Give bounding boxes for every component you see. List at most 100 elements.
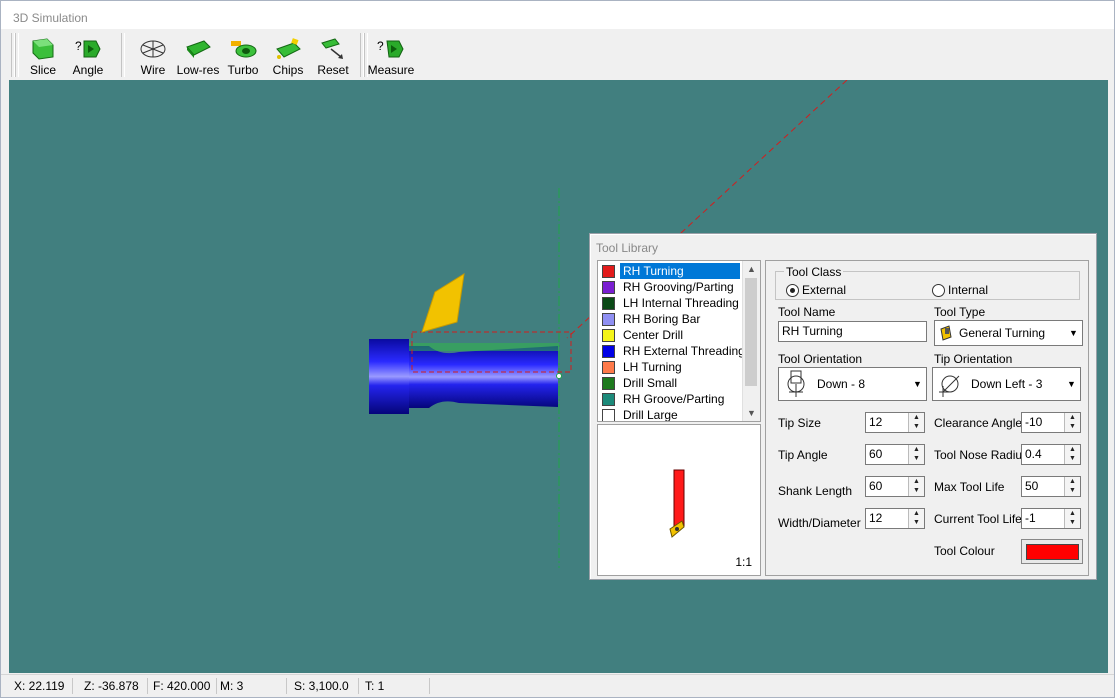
wire-button[interactable]: Wire: [131, 33, 175, 77]
max-tool-life-label: Max Tool Life: [934, 480, 1005, 494]
chips-button[interactable]: Chips: [266, 33, 310, 77]
tip-size-stepper[interactable]: 12 ▲ ▼: [865, 412, 925, 433]
stepper-up-icon[interactable]: ▲: [909, 477, 924, 486]
stepper-down-icon[interactable]: ▼: [1065, 454, 1080, 463]
reset-icon: [321, 38, 343, 59]
stepper-up-icon[interactable]: ▲: [1065, 413, 1080, 422]
tool-color-swatch: [602, 409, 615, 421]
3d-viewport[interactable]: Tool Library RH Turning RH Grooving/Part…: [9, 80, 1108, 673]
slice-icon: [32, 38, 54, 60]
tool-type-select[interactable]: General Turning ▼: [934, 320, 1083, 346]
radio-external-indicator[interactable]: [786, 284, 799, 297]
tool-library-title: Tool Library: [596, 241, 659, 255]
nose-radius-label: Tool Nose Radius: [934, 448, 1029, 462]
stepper-down-icon[interactable]: ▼: [909, 454, 924, 463]
max-tool-life-stepper[interactable]: 50 ▲ ▼: [1021, 476, 1081, 497]
scroll-thumb[interactable]: [745, 278, 757, 386]
tool-list[interactable]: RH Turning RH Grooving/Parting LH Intern…: [597, 260, 761, 422]
stepper-up-icon[interactable]: ▲: [1065, 509, 1080, 518]
stepper-down-icon[interactable]: ▼: [909, 486, 924, 495]
tool-insert: [421, 273, 465, 333]
tool-name-label: Tool Name: [778, 305, 836, 319]
stepper-buttons[interactable]: ▲ ▼: [1064, 445, 1080, 464]
stepper-buttons[interactable]: ▲ ▼: [908, 413, 924, 432]
tool-list-item[interactable]: LH Internal Threading: [600, 295, 740, 311]
shank-length-label: Shank Length: [778, 484, 853, 498]
tool-color-swatch: [602, 297, 615, 310]
radio-internal-indicator[interactable]: [932, 284, 945, 297]
measure-button[interactable]: ? Measure: [368, 33, 415, 77]
stepper-buttons[interactable]: ▲ ▼: [1064, 413, 1080, 432]
tool-list-item[interactable]: RH Groove/Parting: [600, 391, 740, 407]
stepper-up-icon[interactable]: ▲: [909, 445, 924, 454]
clearance-angle-stepper[interactable]: -10 ▲ ▼: [1021, 412, 1081, 433]
stepper-down-icon[interactable]: ▼: [909, 518, 924, 527]
tool-orientation-select[interactable]: Down - 8 ▼: [778, 367, 927, 401]
slice-button[interactable]: Slice: [21, 33, 65, 77]
tool-preview-drawing: [669, 469, 685, 538]
current-tool-life-label: Current Tool Life: [934, 512, 1022, 526]
chevron-down-icon[interactable]: ▼: [909, 368, 926, 400]
tool-preview: 1:1: [597, 424, 761, 576]
stepper-down-icon[interactable]: ▼: [1065, 518, 1080, 527]
tool-colour-button[interactable]: [1021, 539, 1083, 564]
stepper-down-icon[interactable]: ▼: [909, 422, 924, 431]
status-extra: [431, 678, 1108, 694]
stepper-buttons[interactable]: ▲ ▼: [908, 445, 924, 464]
tool-list-item[interactable]: RH Turning: [600, 263, 740, 279]
clearance-angle-label: Clearance Angle: [934, 416, 1023, 430]
title-bar: 3D Simulation: [1, 1, 1114, 29]
status-z: Z: -36.878: [79, 678, 148, 694]
stepper-up-icon[interactable]: ▲: [1065, 445, 1080, 454]
width-diameter-stepper[interactable]: 12 ▲ ▼: [865, 508, 925, 529]
stepper-up-icon[interactable]: ▲: [1065, 477, 1080, 486]
reset-button[interactable]: Reset: [311, 33, 355, 77]
status-x: X: 22.119: [9, 678, 73, 694]
tip-orientation-label: Tip Orientation: [934, 352, 1013, 366]
tool-list-item[interactable]: RH External Threading: [600, 343, 745, 359]
svg-text:?: ?: [75, 39, 82, 53]
status-m: M: 3: [215, 678, 287, 694]
shank-length-stepper[interactable]: 60 ▲ ▼: [865, 476, 925, 497]
tool-list-item[interactable]: LH Turning: [600, 359, 740, 375]
tool-list-item[interactable]: Drill Large: [600, 407, 740, 421]
stepper-buttons[interactable]: ▲ ▼: [908, 477, 924, 496]
nose-radius-stepper[interactable]: 0.4 ▲ ▼: [1021, 444, 1081, 465]
tool-type-label: Tool Type: [934, 305, 986, 319]
turbo-button[interactable]: Turbo: [221, 33, 265, 77]
tip-angle-stepper[interactable]: 60 ▲ ▼: [865, 444, 925, 465]
simulation-window: 3D Simulation Slice ? Angle Wire Low-res…: [0, 0, 1115, 698]
scroll-down-icon[interactable]: ▼: [743, 405, 760, 421]
angle-button[interactable]: ? Angle: [66, 33, 110, 77]
chevron-down-icon[interactable]: ▼: [1065, 321, 1082, 345]
tool-list-item[interactable]: RH Boring Bar: [600, 311, 740, 327]
stepper-buttons[interactable]: ▲ ▼: [1064, 509, 1080, 528]
wire-icon: [140, 40, 166, 58]
tool-color-swatch: [602, 265, 615, 278]
stepper-down-icon[interactable]: ▼: [1065, 486, 1080, 495]
scroll-up-icon[interactable]: ▲: [743, 261, 760, 277]
tool-name-input[interactable]: RH Turning: [778, 321, 927, 342]
chevron-down-icon[interactable]: ▼: [1063, 368, 1080, 400]
tool-color-swatch: [602, 313, 615, 326]
tool-list-item[interactable]: Drill Small: [600, 375, 740, 391]
stepper-up-icon[interactable]: ▲: [909, 413, 924, 422]
tip-orientation-select[interactable]: Down Left - 3 ▼: [932, 367, 1081, 401]
tool-color-swatch: [602, 281, 615, 294]
tool-color-swatch: [602, 361, 615, 374]
tip-size-label: Tip Size: [778, 416, 821, 430]
current-tool-life-stepper[interactable]: -1 ▲ ▼: [1021, 508, 1081, 529]
tool-list-scrollbar[interactable]: ▲ ▼: [742, 261, 760, 421]
stepper-buttons[interactable]: ▲ ▼: [908, 509, 924, 528]
low-res-button[interactable]: Low-res: [176, 33, 220, 77]
window-title: 3D Simulation: [13, 11, 88, 25]
turbo-icon: [231, 41, 257, 58]
workpiece: [369, 339, 559, 414]
tool-list-item[interactable]: Center Drill: [600, 327, 740, 343]
width-diameter-label: Width/Diameter: [778, 516, 861, 530]
stepper-down-icon[interactable]: ▼: [1065, 422, 1080, 431]
stepper-up-icon[interactable]: ▲: [909, 509, 924, 518]
tool-list-item[interactable]: RH Grooving/Parting: [600, 279, 740, 295]
stepper-buttons[interactable]: ▲ ▼: [1064, 477, 1080, 496]
preview-scale: 1:1: [735, 555, 752, 569]
